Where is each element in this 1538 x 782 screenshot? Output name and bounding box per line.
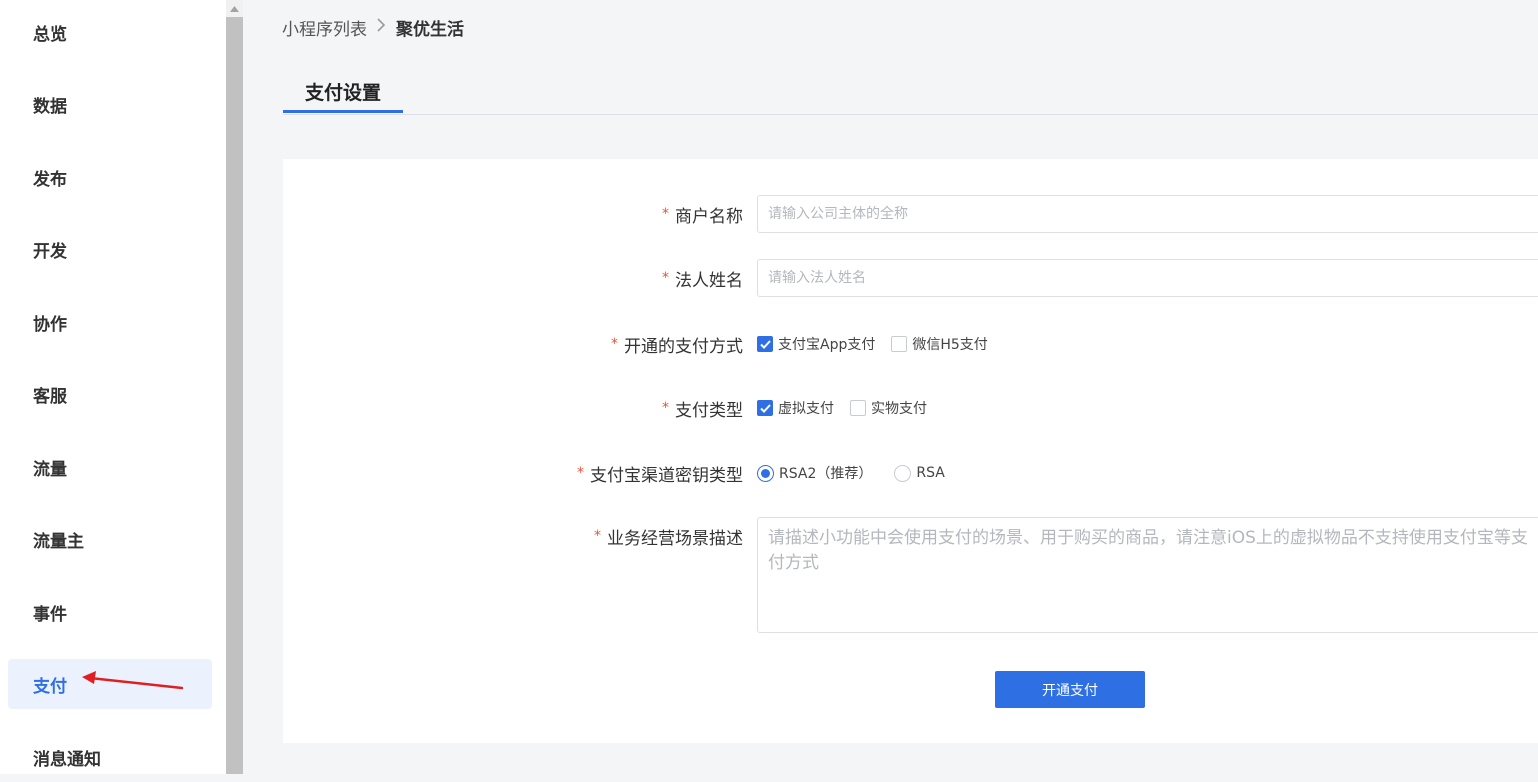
radio-rsa2[interactable]: RSA2（推荐） <box>757 463 872 483</box>
sidebar: 总览 数据 发布 开发 协作 客服 流量 流量主 事件 支付 消息通知 <box>0 0 226 774</box>
payment-methods-label: * 开通的支付方式 <box>611 336 743 357</box>
merchant-name-input[interactable] <box>757 195 1538 233</box>
required-mark: * <box>577 465 584 481</box>
breadcrumb: 小程序列表 聚优生活 <box>282 15 464 40</box>
sidebar-item-traffic[interactable]: 流量 <box>8 442 212 492</box>
enable-payment-button[interactable]: 开通支付 <box>995 671 1145 708</box>
sidebar-item-label: 流量 <box>33 459 67 480</box>
sidebar-scrollbar[interactable] <box>226 0 243 774</box>
annotation-arrow-icon <box>82 671 184 690</box>
payment-type-label: * 支付类型 <box>662 400 743 421</box>
main-content: 小程序列表 聚优生活 支付设置 *商户名称 *法人姓名 *开通的支付方式 <box>243 0 1538 774</box>
sidebar-item-data[interactable]: 数据 <box>8 79 212 129</box>
payment-methods-options: 支付宝App支付 微信H5支付 <box>757 330 1004 358</box>
form-row-payment-methods: * 开通的支付方式 支付宝App支付 微信H5支付 <box>283 330 1538 358</box>
check-icon[interactable] <box>757 336 773 352</box>
merchant-name-label: * 商户名称 <box>662 206 743 227</box>
form-row-business-desc: * 业务经营场景描述 <box>283 517 1538 633</box>
form-row-key-type: * 支付宝渠道密钥类型 RSA2（推荐） RSA <box>283 459 1538 487</box>
business-desc-textarea[interactable] <box>757 517 1538 633</box>
radio-label: RSA2（推荐） <box>779 466 873 482</box>
sidebar-item-label: 开发 <box>33 241 67 262</box>
sidebar-item-overview[interactable]: 总览 <box>8 7 212 57</box>
tab-payment-settings[interactable]: 支付设置 <box>283 72 403 113</box>
legal-name-label: * 法人姓名 <box>662 270 743 291</box>
form-row-merchant-name: * 商户名称 <box>283 195 1538 233</box>
scroll-up-button[interactable] <box>226 0 243 17</box>
sidebar-item-customer-service[interactable]: 客服 <box>8 369 212 419</box>
sidebar-item-label: 发布 <box>33 169 67 190</box>
radio-label: RSA <box>916 465 945 481</box>
triangle-up-icon <box>230 5 239 12</box>
sidebar-item-notifications[interactable]: 消息通知 <box>8 732 212 782</box>
legal-name-input[interactable] <box>757 259 1538 297</box>
sidebar-item-develop[interactable]: 开发 <box>8 224 212 274</box>
sidebar-item-label: 支付 <box>33 676 67 697</box>
key-type-label: * 支付宝渠道密钥类型 <box>577 465 743 486</box>
sidebar-item-label: 事件 <box>33 604 67 625</box>
radio-rsa[interactable]: RSA <box>894 464 945 482</box>
payment-type-options: 虚拟支付 实物支付 <box>757 394 943 422</box>
breadcrumb-current: 聚优生活 <box>396 19 464 40</box>
required-mark: * <box>662 400 669 416</box>
checkbox-label: 实物支付 <box>871 401 927 417</box>
tab-bar: 支付设置 <box>283 72 1538 115</box>
checkbox-box[interactable] <box>850 400 866 416</box>
sidebar-item-publish[interactable]: 发布 <box>8 152 212 202</box>
required-mark: * <box>594 528 601 544</box>
check-icon[interactable] <box>757 400 773 416</box>
checkbox-virtual-payment[interactable]: 虚拟支付 <box>757 398 834 418</box>
checkbox-physical-payment[interactable]: 实物支付 <box>850 398 927 418</box>
radio-button[interactable] <box>894 464 912 482</box>
key-type-options: RSA2（推荐） RSA <box>757 459 961 487</box>
checkbox-label: 虚拟支付 <box>778 401 834 417</box>
sidebar-item-collaborate[interactable]: 协作 <box>8 297 212 347</box>
payment-settings-form: *商户名称 *法人姓名 *开通的支付方式 支付宝App支付 微信H5支付 <box>283 159 1538 743</box>
radio-dot <box>761 468 770 478</box>
required-mark: * <box>662 206 669 222</box>
checkbox-alipay-app[interactable]: 支付宝App支付 <box>757 334 875 354</box>
breadcrumb-parent-link[interactable]: 小程序列表 <box>282 15 367 40</box>
form-row-legal-name: * 法人姓名 <box>283 259 1538 297</box>
sidebar-item-label: 流量主 <box>33 531 84 552</box>
business-desc-label: * 业务经营场景描述 <box>594 528 743 549</box>
required-mark: * <box>611 336 618 352</box>
sidebar-item-traffic-owner[interactable]: 流量主 <box>8 514 212 564</box>
sidebar-item-label: 数据 <box>33 96 67 117</box>
required-mark: * <box>662 270 669 286</box>
checkbox-label: 支付宝App支付 <box>778 337 876 353</box>
radio-button[interactable] <box>757 464 774 482</box>
checkbox-label: 微信H5支付 <box>912 337 988 353</box>
sidebar-item-events[interactable]: 事件 <box>8 587 212 637</box>
sidebar-item-label: 总览 <box>33 24 67 45</box>
checkbox-wechat-h5[interactable]: 微信H5支付 <box>891 334 988 354</box>
sidebar-item-label: 协作 <box>33 314 67 335</box>
chevron-right-icon <box>377 18 386 36</box>
sidebar-item-label: 客服 <box>33 386 67 407</box>
checkbox-box[interactable] <box>891 336 908 352</box>
form-row-payment-type: * 支付类型 虚拟支付 实物支付 <box>283 394 1538 422</box>
sidebar-item-label: 消息通知 <box>33 749 101 770</box>
